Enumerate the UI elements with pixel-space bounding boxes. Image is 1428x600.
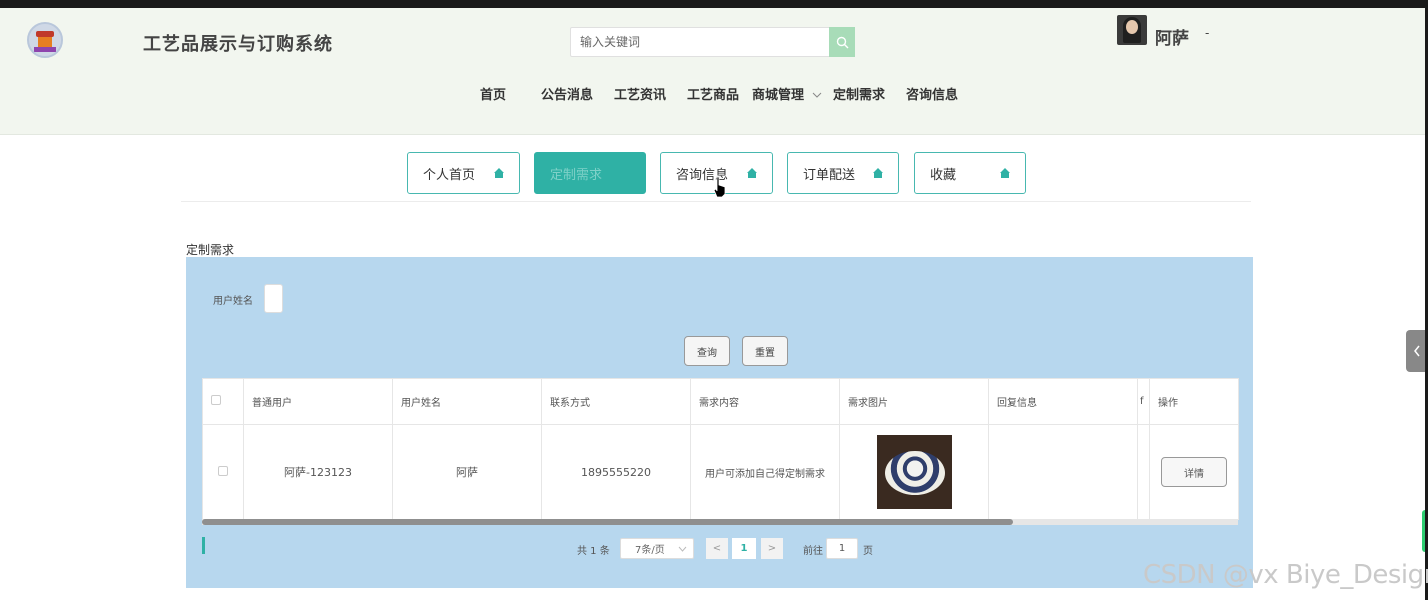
accent-marker [202, 537, 205, 554]
next-page-button[interactable]: > [761, 538, 783, 559]
pagination-total: 共 1 条 [577, 545, 610, 557]
username-filter-input[interactable] [264, 284, 283, 313]
query-button[interactable]: 查询 [684, 336, 730, 366]
page-size-select[interactable]: 7条/页 [620, 538, 694, 559]
content-divider [181, 201, 1251, 202]
chevron-left-icon [1414, 345, 1420, 357]
details-button[interactable]: 详情 [1161, 457, 1227, 487]
column-header-truncated: f [1137, 378, 1150, 425]
request-image[interactable] [876, 435, 952, 509]
column-header-name: 用户姓名 [392, 378, 542, 425]
nav-item-custom-requests[interactable]: 定制需求 [833, 84, 885, 103]
home-icon [873, 168, 883, 178]
cell-reply [988, 424, 1138, 520]
page-suffix: 页 [863, 545, 873, 557]
home-icon [494, 168, 504, 178]
search-input[interactable] [570, 27, 830, 57]
window-top-bar [0, 0, 1428, 8]
table-header-row: 普通用户 用户姓名 联系方式 需求内容 需求图片 回复信息 f 操作 [202, 378, 1239, 425]
nav-item-announcements[interactable]: 公告消息 [541, 84, 593, 103]
cell-content: 用户可添加自己得定制需求 [690, 424, 840, 520]
nav-item-craft-products[interactable]: 工艺商品 [687, 84, 739, 103]
cell-truncated [1137, 424, 1150, 520]
goto-label: 前往 [803, 545, 823, 557]
username-filter-label: 用户姓名 [213, 296, 253, 307]
cell-actions: 详情 [1149, 424, 1239, 520]
username-label[interactable]: 阿萨 [1155, 24, 1189, 49]
site-header: 工艺品展示与订购系统 阿萨 - 首页 公告消息 工艺资讯 工艺商品 商城管理 定… [0, 8, 1428, 135]
prev-page-button[interactable]: < [706, 538, 728, 559]
column-header-reply: 回复信息 [988, 378, 1138, 425]
home-icon [1000, 168, 1010, 178]
column-header-image: 需求图片 [839, 378, 989, 425]
column-header-content: 需求内容 [690, 378, 840, 425]
goto-page-input[interactable]: 1 [826, 538, 858, 559]
site-title: 工艺品展示与订购系统 [143, 34, 333, 55]
custom-requests-panel: 用户姓名 查询 重置 普通用户 用户姓名 联系方式 需求内容 需求图片 回复信息… [186, 257, 1253, 588]
select-all-checkbox[interactable] [211, 395, 221, 405]
row-select-cell [202, 424, 244, 520]
tab-custom-requests[interactable]: 定制需求 [534, 152, 646, 194]
cell-phone: 1895555220 [541, 424, 691, 520]
search-icon [836, 36, 848, 48]
tab-label: 定制需求 [550, 167, 603, 183]
page-size-value: 7条/页 [635, 545, 665, 556]
pointer-cursor-icon [713, 176, 726, 198]
column-header-phone: 联系方式 [541, 378, 691, 425]
nav-item-craft-news[interactable]: 工艺资讯 [614, 84, 666, 103]
table-horizontal-scrollbar[interactable] [202, 519, 1238, 525]
select-all-cell [202, 378, 244, 425]
nav-item-mall-management-label: 商城管理 [752, 88, 805, 103]
column-header-actions: 操作 [1149, 378, 1239, 425]
watermark-text: CSDN @vx Biye_Design [1143, 560, 1428, 590]
cell-image [839, 424, 989, 520]
section-title: 定制需求 [186, 243, 235, 257]
tab-label: 个人首页 [423, 167, 476, 183]
table-row: 阿萨-123123 阿萨 1895555220 用户可添加自己得定制需求 详情 [202, 424, 1239, 520]
tab-order-delivery[interactable]: 订单配送 [787, 152, 899, 194]
chevron-down-icon [678, 546, 687, 552]
nav-item-home[interactable]: 首页 [480, 84, 506, 103]
tab-label: 收藏 [930, 167, 957, 183]
search-button[interactable] [829, 27, 855, 57]
chevron-down-icon [812, 92, 821, 98]
user-avatar[interactable] [1117, 15, 1147, 45]
page-number-current[interactable]: 1 [732, 538, 756, 559]
home-icon [747, 168, 757, 178]
reset-button[interactable]: 重置 [742, 336, 788, 366]
nav-item-mall-management[interactable]: 商城管理 [752, 84, 822, 103]
cell-name: 阿萨 [392, 424, 542, 520]
tab-label: 订单配送 [803, 167, 856, 183]
site-logo-icon[interactable] [27, 22, 63, 58]
scrollbar-thumb[interactable] [202, 519, 1013, 525]
user-dropdown-caret[interactable]: - [1205, 26, 1209, 40]
requests-table: 普通用户 用户姓名 联系方式 需求内容 需求图片 回复信息 f 操作 阿萨-12… [202, 378, 1239, 524]
cell-user: 阿萨-123123 [243, 424, 393, 520]
tab-personal-home[interactable]: 个人首页 [407, 152, 520, 194]
nav-item-consultations[interactable]: 咨询信息 [906, 84, 958, 103]
row-checkbox[interactable] [218, 465, 228, 476]
column-header-user: 普通用户 [243, 378, 393, 425]
tab-favorites[interactable]: 收藏 [914, 152, 1026, 194]
